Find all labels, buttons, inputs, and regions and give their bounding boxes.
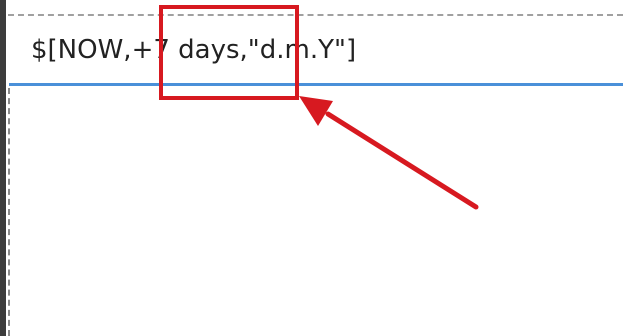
left-dashed-guide	[8, 88, 10, 336]
left-gutter-bar	[0, 0, 6, 336]
arrow-shaft	[325, 111, 479, 210]
expression-input[interactable]: $[NOW,+7 days,"d.m.Y"]	[9, 16, 623, 86]
arrow-head-icon	[299, 96, 333, 126]
screenshot-canvas: $[NOW,+7 days,"d.m.Y"]	[0, 0, 623, 336]
